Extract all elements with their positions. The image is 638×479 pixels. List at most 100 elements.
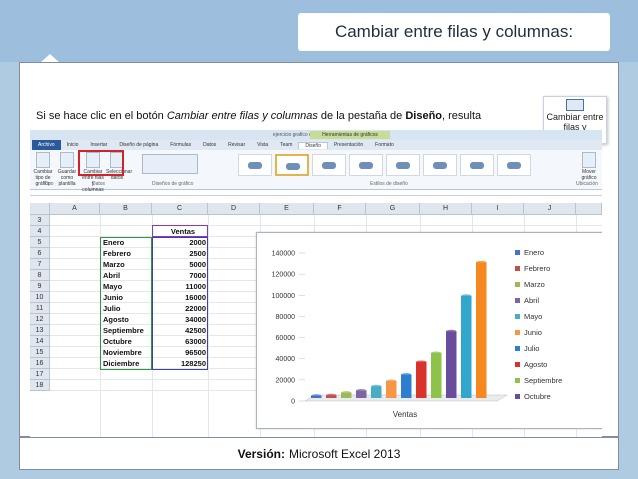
corner-select-all[interactable]: [30, 203, 50, 215]
legend-label-mayo: Mayo: [524, 312, 542, 321]
legend-swatch-julio: [515, 346, 520, 351]
embedded-chart[interactable]: 140000 120000 100000 80000 60000 40000 20000 0 V…: [256, 232, 602, 429]
bar-diciembre: [476, 262, 487, 398]
ribbon-tabs: Archivo Inicio Insertar Diseño de página…: [30, 140, 602, 150]
tab-team[interactable]: Team: [274, 142, 298, 148]
row-header-18[interactable]: 18: [30, 380, 50, 391]
bar-top-julio: [401, 373, 412, 377]
y-tick-label: 40000: [276, 356, 296, 363]
move-chart-button[interactable]: Mover gráfico: [578, 152, 600, 181]
legend-swatch-febrero: [515, 266, 520, 271]
y-tick-label: 100000: [272, 293, 295, 300]
bar-top-agosto: [416, 360, 427, 364]
row-header-15[interactable]: 15: [30, 347, 50, 358]
legend-label-febrero: Febrero: [524, 264, 550, 273]
chart-layouts-gallery[interactable]: [140, 154, 200, 175]
move-chart-icon: [582, 152, 596, 168]
col-header-b[interactable]: B: [100, 203, 152, 215]
chart-style-5[interactable]: [386, 154, 420, 176]
row-header-9[interactable]: 9: [30, 281, 50, 292]
tab-presentacion[interactable]: Presentación: [328, 142, 369, 148]
col-header-d[interactable]: D: [208, 203, 260, 215]
legend-swatch-octubre: [515, 394, 520, 399]
legend-label-septiembre: Septiembre: [524, 376, 562, 385]
header-selection: [152, 225, 208, 237]
row-header-7[interactable]: 7: [30, 259, 50, 270]
row-header-4[interactable]: 4: [30, 226, 50, 237]
group-estilos-label: Estilos de diseño: [370, 181, 408, 187]
col-header-h[interactable]: H: [420, 203, 472, 215]
save-template-button[interactable]: Guardar como plantilla: [56, 152, 78, 187]
bar-top-marzo: [341, 391, 352, 395]
bar-septiembre: [431, 353, 442, 398]
formula-bar[interactable]: [30, 190, 602, 196]
col-header-f[interactable]: F: [314, 203, 366, 215]
bar-top-septiembre: [431, 351, 442, 355]
tab-archivo[interactable]: Archivo: [32, 140, 61, 150]
col-header-a[interactable]: A: [50, 203, 100, 215]
chart-style-2[interactable]: [275, 154, 309, 176]
row-header-6[interactable]: 6: [30, 248, 50, 259]
row-header-8[interactable]: 8: [30, 270, 50, 281]
chart-style-4[interactable]: [349, 154, 383, 176]
row-header-12[interactable]: 12: [30, 314, 50, 325]
col-header-g[interactable]: G: [366, 203, 420, 215]
bar-agosto: [416, 362, 427, 398]
desc-suffix: , resulta: [442, 110, 482, 122]
chart-style-8[interactable]: [497, 154, 531, 176]
grid-column-line: [208, 215, 209, 437]
bar-junio: [386, 381, 397, 398]
switch-row-column-icon: [566, 99, 584, 111]
chart-style-1[interactable]: [238, 154, 272, 176]
switch-highlight-box: [78, 150, 124, 176]
tab-inicio[interactable]: Inicio: [61, 142, 85, 148]
x-axis-label: Ventas: [393, 410, 417, 419]
y-tick-label: 80000: [276, 314, 296, 321]
save-template-label: Guardar como plantilla: [57, 169, 77, 187]
legend-label-octubre: Octubre: [524, 392, 551, 401]
legend-swatch-junio: [515, 330, 520, 335]
legend-swatch-septiembre: [515, 378, 520, 383]
col-header-e[interactable]: E: [260, 203, 314, 215]
tab-vista[interactable]: Vista: [251, 142, 274, 148]
legend-label-junio: Junio: [524, 328, 542, 337]
chart-style-7[interactable]: [460, 154, 494, 176]
tab-datos[interactable]: Datos: [197, 142, 222, 148]
tab-revisar[interactable]: Revisar: [222, 142, 251, 148]
chart-svg: 140000 120000 100000 80000 60000 40000 20000 0 V…: [272, 248, 563, 419]
chart-style-3[interactable]: [312, 154, 346, 176]
slide-title-text: Cambiar entre filas y columnas:: [334, 22, 574, 41]
chart-style-6[interactable]: [423, 154, 457, 176]
tab-diseno-pagina[interactable]: Diseño de página: [113, 142, 164, 148]
row-header-5[interactable]: 5: [30, 237, 50, 248]
group-tipo-label: Tipo: [44, 181, 54, 187]
description-text: Si se hace clic en el botón Cambiar entr…: [36, 110, 542, 122]
group-datos-label: Datos: [92, 181, 106, 187]
y-tick-label: 20000: [276, 377, 296, 384]
y-tick-label: 120000: [272, 272, 295, 279]
excel-title-bar: ejercicio grafico excel - Microsoft Exce…: [30, 130, 602, 140]
bar-octubre: [446, 331, 457, 398]
col-header-c[interactable]: C: [152, 203, 208, 215]
row-header-3[interactable]: 3: [30, 215, 50, 226]
row-header-14[interactable]: 14: [30, 336, 50, 347]
row-header-17[interactable]: 17: [30, 369, 50, 380]
row-header-10[interactable]: 10: [30, 292, 50, 303]
group-ubicacion-label: Ubicación: [576, 181, 598, 187]
ribbon-panel: Cambiar tipo de gráfico Guardar como pla…: [30, 150, 602, 193]
col-header-i[interactable]: I: [472, 203, 524, 215]
tab-diseno[interactable]: Diseño: [298, 141, 328, 149]
row-header-16[interactable]: 16: [30, 358, 50, 369]
row-header-13[interactable]: 13: [30, 325, 50, 336]
grid-line: [50, 225, 602, 226]
tab-formato[interactable]: Formato: [369, 142, 400, 148]
tab-formulas[interactable]: Fórmulas: [164, 142, 197, 148]
version-label: Versión:: [237, 446, 285, 461]
col-header-j[interactable]: J: [524, 203, 576, 215]
tab-insertar[interactable]: Insertar: [84, 142, 113, 148]
desc-bold: Diseño: [405, 110, 443, 122]
row-header-11[interactable]: 11: [30, 303, 50, 314]
bar-top-diciembre: [476, 260, 487, 265]
legend-label-julio: Julio: [524, 344, 539, 353]
move-chart-label: Mover gráfico: [581, 169, 597, 181]
